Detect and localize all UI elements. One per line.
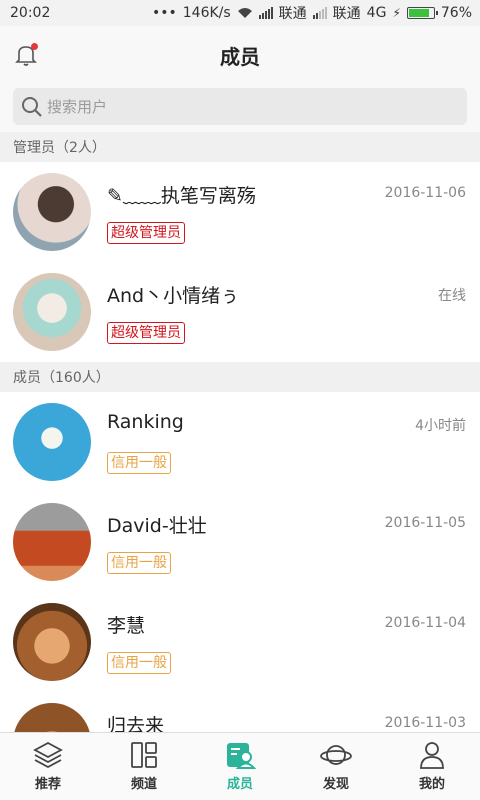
role-badge: 超级管理员 <box>107 222 185 244</box>
status-dots: ••• <box>151 5 177 21</box>
tab-label: 频道 <box>130 777 157 792</box>
avatar <box>13 403 91 481</box>
search-box[interactable] <box>13 88 467 125</box>
avatar <box>13 503 91 581</box>
tab-label: 成员 <box>226 777 253 792</box>
tab-channels[interactable]: 频道 <box>96 733 192 800</box>
member-last-seen: 2016-11-03 <box>384 715 466 731</box>
member-name: ✎﹏﹏执笔写离殇 <box>107 185 256 207</box>
credit-badge: 信用一般 <box>107 452 171 474</box>
wifi-icon <box>237 8 252 18</box>
bottom-tab-bar: 推荐 频道 成员 发现 我的 <box>0 732 480 800</box>
signal-icon <box>258 7 273 19</box>
member-name: David-壮壮 <box>107 515 207 537</box>
tab-profile[interactable]: 我的 <box>384 733 480 800</box>
member-last-seen: 4小时前 <box>415 418 466 434</box>
layers-icon <box>33 741 63 769</box>
status-network: 4G <box>366 5 387 21</box>
status-carrier1: 联通 <box>278 6 307 22</box>
search-icon <box>22 96 42 117</box>
tab-label: 推荐 <box>34 777 61 792</box>
tab-discover[interactable]: 发现 <box>288 733 384 800</box>
status-right: ••• 146K/s 联通 联通 4G ⚡ 76% <box>152 3 472 23</box>
member-row[interactable]: Ranking 4小时前 信用一般 <box>0 392 480 492</box>
member-row[interactable]: And丶小情绪ぅ 在线 超级管理员 <box>0 262 480 362</box>
status-battery: 76% <box>440 5 472 21</box>
member-name: Ranking <box>107 411 184 433</box>
avatar <box>13 273 91 351</box>
signal-icon-2 <box>312 7 327 19</box>
avatar <box>13 173 91 251</box>
member-name: 李慧 <box>107 615 146 637</box>
page-title: 成员 <box>220 44 260 69</box>
status-speed: 146K/s <box>182 5 231 21</box>
person-icon <box>420 742 444 769</box>
tab-label: 我的 <box>418 777 445 792</box>
avatar <box>13 603 91 681</box>
credit-badge: 信用一般 <box>107 552 171 574</box>
status-bar: 20:02 ••• 146K/s 联通 联通 4G ⚡ 76% <box>0 0 480 26</box>
members-icon <box>227 743 256 769</box>
member-row[interactable]: ✎﹏﹏执笔写离殇 2016-11-06 超级管理员 <box>0 162 480 262</box>
member-name: And丶小情绪ぅ <box>107 285 240 307</box>
notification-dot <box>31 43 38 50</box>
search-bar <box>0 84 480 132</box>
grid-icon <box>131 742 157 768</box>
search-input[interactable] <box>47 97 447 116</box>
member-last-seen: 2016-11-05 <box>384 515 466 531</box>
section-header-members: 成员（160人） <box>0 362 480 392</box>
credit-badge: 信用一般 <box>107 652 171 674</box>
member-last-seen: 2016-11-04 <box>384 615 466 631</box>
charging-icon: ⚡ <box>392 6 401 20</box>
tab-label: 发现 <box>322 777 349 792</box>
status-time: 20:02 <box>10 5 51 21</box>
member-row[interactable]: 李慧 2016-11-04 信用一般 <box>0 592 480 692</box>
member-row[interactable]: David-壮壮 2016-11-05 信用一般 <box>0 492 480 592</box>
title-bar: 成员 <box>0 26 480 84</box>
tab-recommend[interactable]: 推荐 <box>0 733 96 800</box>
member-last-seen: 在线 <box>438 288 466 304</box>
tab-members[interactable]: 成员 <box>192 733 288 800</box>
planet-icon <box>320 745 352 765</box>
notification-button[interactable] <box>14 43 38 67</box>
status-carrier2: 联通 <box>332 6 361 22</box>
member-last-seen: 2016-11-06 <box>384 185 466 201</box>
section-header-admins: 管理员（2人） <box>0 132 480 162</box>
role-badge: 超级管理员 <box>107 322 185 344</box>
battery-icon <box>406 7 438 19</box>
